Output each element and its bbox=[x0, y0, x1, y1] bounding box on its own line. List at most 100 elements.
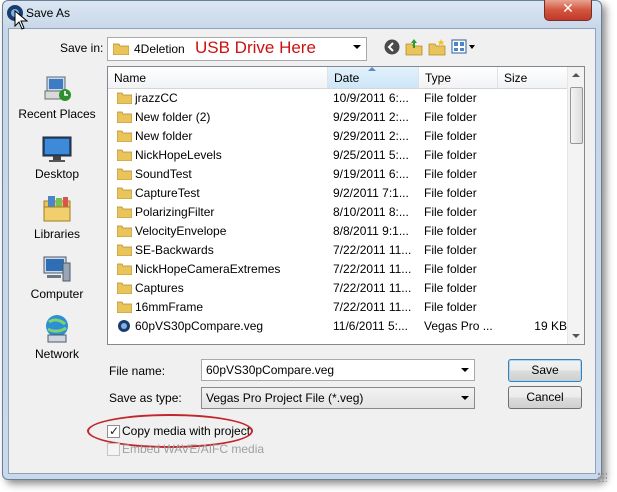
resize-grip[interactable] bbox=[597, 472, 607, 482]
table-row[interactable]: New folder (2) 9/29/2011 2:... File folder bbox=[108, 108, 568, 127]
chevron-down-icon[interactable] bbox=[461, 368, 469, 372]
sort-arrow-icon bbox=[368, 67, 376, 71]
vegas-file-icon bbox=[118, 320, 130, 332]
folder-icon bbox=[117, 301, 132, 313]
save-as-type-label: Save as type: bbox=[109, 391, 182, 405]
save-in-value: 4Deletion bbox=[134, 42, 185, 56]
libraries-icon bbox=[43, 196, 71, 222]
file-date-cell: 7/22/2011 11... bbox=[333, 281, 412, 295]
file-type-cell: File folder bbox=[424, 281, 477, 295]
table-row[interactable]: 60pVS30pCompare.veg 11/6/2011 5:... Vegas … bbox=[108, 317, 568, 336]
file-type-cell: File folder bbox=[424, 205, 477, 219]
file-name-cell: Captures bbox=[135, 281, 184, 295]
file-name-cell: 60pVS30pCompare.veg bbox=[135, 319, 264, 333]
table-row[interactable]: New folder 9/29/2011 2:... File folder bbox=[108, 127, 568, 146]
file-type-cell: File folder bbox=[424, 300, 477, 314]
folder-icon bbox=[117, 244, 132, 256]
place-label: Computer bbox=[30, 287, 84, 301]
file-date-cell: 8/8/2011 9:1... bbox=[333, 224, 409, 238]
file-name-cell: VelocityEnvelope bbox=[135, 224, 227, 238]
new-folder-icon[interactable] bbox=[428, 38, 446, 56]
file-name-cell: PolarizingFilter bbox=[135, 205, 215, 219]
close-icon: ✕ bbox=[562, 1, 574, 17]
table-row[interactable]: NickHopeLevels 9/25/2011 5:... File folder bbox=[108, 146, 568, 165]
file-type-cell: File folder bbox=[424, 186, 477, 200]
file-date-cell: 7/22/2011 11... bbox=[333, 262, 412, 276]
folder-icon bbox=[117, 111, 132, 123]
save-as-type-value: Vegas Pro Project File (*.veg) bbox=[206, 391, 364, 405]
file-type-cell: File folder bbox=[424, 148, 477, 162]
file-name-input[interactable]: 60pVS30pCompare.veg bbox=[201, 359, 475, 381]
scroll-down-icon[interactable] bbox=[572, 334, 580, 338]
file-date-cell: 9/2/2011 7:1... bbox=[333, 186, 409, 200]
file-type-cell: File folder bbox=[424, 129, 477, 143]
place-computer[interactable]: Computer bbox=[14, 253, 100, 301]
table-row[interactable]: CaptureTest 9/2/2011 7:1... File folder bbox=[108, 184, 568, 203]
column-header-date[interactable]: Date bbox=[328, 67, 419, 89]
scroll-up-icon[interactable] bbox=[572, 73, 580, 77]
folder-icon bbox=[113, 43, 129, 55]
place-network[interactable]: Network bbox=[14, 313, 100, 361]
table-row[interactable]: VelocityEnvelope 8/8/2011 9:1... File fold… bbox=[108, 222, 568, 241]
back-icon[interactable] bbox=[383, 38, 401, 56]
file-size-cell: 19 KB bbox=[534, 319, 567, 333]
place-desktop[interactable]: Desktop bbox=[14, 133, 100, 181]
file-type-cell: File folder bbox=[424, 224, 477, 238]
scrollbar-thumb[interactable] bbox=[570, 87, 583, 144]
file-date-cell: 7/22/2011 11... bbox=[333, 243, 412, 257]
folder-icon bbox=[117, 206, 132, 218]
window-title: Save As bbox=[26, 6, 71, 20]
save-in-label: Save in: bbox=[60, 41, 104, 55]
desktop-icon bbox=[42, 136, 72, 162]
folder-icon bbox=[117, 282, 132, 294]
file-type-cell: File folder bbox=[424, 262, 477, 276]
table-row[interactable]: SE-Backwards 7/22/2011 11... File folder bbox=[108, 241, 568, 260]
folder-icon bbox=[117, 187, 132, 199]
folder-icon bbox=[117, 168, 132, 180]
folder-icon bbox=[117, 225, 132, 237]
chevron-down-icon[interactable] bbox=[353, 45, 361, 49]
save-button[interactable]: Save bbox=[508, 359, 582, 382]
file-date-cell: 9/19/2011 6:... bbox=[333, 167, 409, 181]
file-date-cell: 10/9/2011 6:... bbox=[333, 91, 409, 105]
place-libraries[interactable]: Libraries bbox=[14, 193, 100, 241]
folder-icon bbox=[117, 130, 132, 142]
place-label: Network bbox=[34, 347, 79, 361]
file-list[interactable]: Name Date Type Size jrazzCC 10/9/2011 6:.… bbox=[107, 66, 585, 345]
file-name-cell: SoundTest bbox=[135, 167, 192, 181]
close-button[interactable]: ✕ bbox=[544, 0, 592, 21]
column-header-name[interactable]: Name bbox=[108, 67, 328, 89]
file-name-cell: New folder (2) bbox=[135, 110, 211, 124]
column-header-type[interactable]: Type bbox=[419, 67, 498, 89]
file-date-cell: 7/22/2011 11... bbox=[333, 300, 412, 314]
up-folder-icon[interactable] bbox=[405, 38, 423, 56]
file-type-cell: File folder bbox=[424, 243, 477, 257]
file-name-value: 60pVS30pCompare.veg bbox=[206, 363, 335, 377]
column-header-size[interactable]: Size bbox=[498, 67, 568, 89]
views-menu-icon[interactable] bbox=[451, 38, 477, 56]
table-row[interactable]: Captures 7/22/2011 11... File folder bbox=[108, 279, 568, 298]
file-name-cell: NickHopeCameraExtremes bbox=[135, 262, 281, 276]
vertical-scrollbar[interactable] bbox=[567, 67, 584, 344]
folder-icon bbox=[117, 149, 132, 161]
file-date-cell: 11/6/2011 5:... bbox=[333, 319, 408, 333]
embed-media-checkbox[interactable] bbox=[107, 443, 120, 456]
table-row[interactable]: jrazzCC 10/9/2011 6:... File folder bbox=[108, 89, 568, 108]
file-name-cell: New folder bbox=[135, 129, 193, 143]
table-row[interactable]: 16mmFrame 7/22/2011 11... File folder bbox=[108, 298, 568, 317]
table-row[interactable]: NickHopeCameraExtremes 7/22/2011 11... Fil… bbox=[108, 260, 568, 279]
file-date-cell: 9/29/2011 2:... bbox=[333, 129, 409, 143]
file-type-cell: File folder bbox=[424, 91, 477, 105]
file-type-cell: Vegas Pro ... bbox=[424, 319, 493, 333]
places-bar: Recent Places Desktop Libraries Computer… bbox=[14, 63, 100, 375]
save-as-type-select[interactable]: Vegas Pro Project File (*.veg) bbox=[201, 387, 475, 409]
place-label: Recent Places bbox=[18, 107, 96, 121]
file-name-cell: 16mmFrame bbox=[135, 300, 204, 314]
file-name-cell: SE-Backwards bbox=[135, 243, 214, 257]
file-type-cell: File folder bbox=[424, 110, 477, 124]
cancel-button[interactable]: Cancel bbox=[508, 386, 582, 409]
table-row[interactable]: SoundTest 9/19/2011 6:... File folder bbox=[108, 165, 568, 184]
chevron-down-icon[interactable] bbox=[461, 396, 469, 400]
table-row[interactable]: PolarizingFilter 8/10/2011 8:... File fold… bbox=[108, 203, 568, 222]
place-recent-places[interactable]: Recent Places bbox=[14, 73, 100, 121]
